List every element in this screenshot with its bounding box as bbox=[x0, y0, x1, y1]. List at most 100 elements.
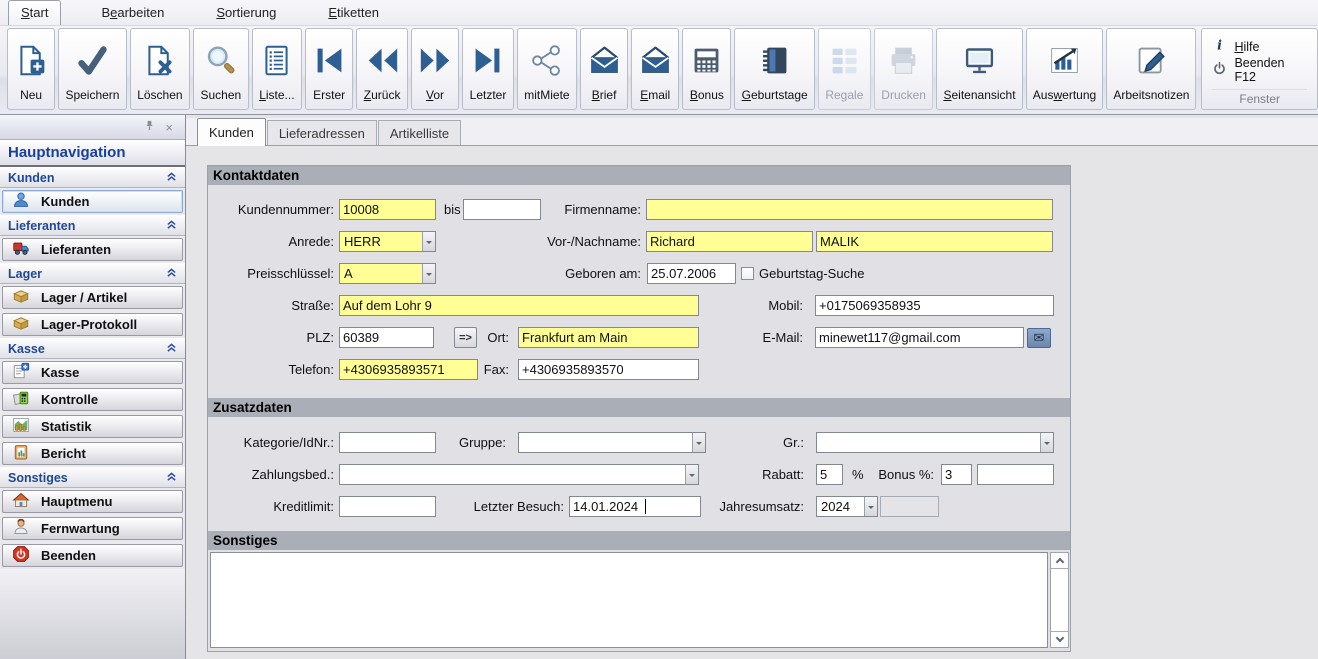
mobil-input[interactable] bbox=[815, 295, 1054, 316]
email-label: E-Mail: bbox=[668, 327, 803, 348]
chevron-up-double-icon[interactable] bbox=[166, 267, 177, 281]
sidebar-group-lager[interactable]: Lager bbox=[0, 263, 185, 284]
sonstiges-textarea[interactable] bbox=[210, 552, 1048, 648]
sidebar-item-hauptmenu[interactable]: Hauptmenu bbox=[2, 490, 183, 513]
preisschluessel-select[interactable]: A bbox=[339, 263, 436, 284]
geburtstag-suche-checkbox[interactable] bbox=[741, 267, 754, 280]
gr-select[interactable] bbox=[816, 432, 1054, 453]
sonstiges-scrollbar[interactable] bbox=[1050, 552, 1069, 648]
sidebar-item-lager-artikel[interactable]: Lager / Artikel bbox=[2, 286, 183, 309]
fax-input[interactable] bbox=[518, 359, 699, 380]
toolbar-button-arbeitsnotizen[interactable]: Arbeitsnotizen bbox=[1106, 28, 1196, 110]
tab-kunden[interactable]: Kunden bbox=[197, 118, 266, 146]
toolbar-button-suchen[interactable]: Suchen bbox=[193, 28, 249, 110]
letzter-besuch-input[interactable] bbox=[569, 496, 701, 517]
sidebar-item-lager-protokoll[interactable]: Lager-Protokoll bbox=[2, 313, 183, 336]
sidebar-item-kunden[interactable]: Kunden bbox=[2, 190, 183, 213]
kundennummer-input[interactable] bbox=[339, 199, 436, 220]
rabatt-label: Rabatt: bbox=[728, 464, 804, 485]
scroll-down-icon[interactable] bbox=[1051, 631, 1068, 647]
chevron-down-icon[interactable] bbox=[864, 497, 877, 516]
sidebar-item-statistik[interactable]: Statistik bbox=[2, 415, 183, 438]
chevron-up-double-icon[interactable] bbox=[166, 171, 177, 185]
strasse-input[interactable] bbox=[339, 295, 699, 316]
chevron-down-icon[interactable] bbox=[422, 232, 435, 251]
email-input[interactable] bbox=[815, 327, 1024, 348]
nachname-input[interactable] bbox=[816, 231, 1053, 252]
tab-artikelliste[interactable]: Artikelliste bbox=[378, 120, 461, 145]
chevron-up-double-icon[interactable] bbox=[166, 342, 177, 356]
toolbar-button-letzter[interactable]: Letzter bbox=[462, 28, 514, 110]
menu-tab-etiketten[interactable]: Etiketten bbox=[316, 1, 391, 25]
toolbar-button-email[interactable]: Email bbox=[631, 28, 679, 110]
close-icon[interactable]: × bbox=[165, 122, 173, 133]
truck-icon bbox=[12, 239, 30, 260]
chevron-down-icon[interactable] bbox=[692, 433, 705, 452]
calculator-green-icon bbox=[12, 389, 30, 410]
bonus-label: Bonus %: bbox=[866, 464, 934, 485]
chevron-down-icon[interactable] bbox=[422, 264, 435, 283]
ort-label: Ort: bbox=[466, 327, 509, 348]
toolbar-button-mitmiete[interactable]: mitMiete bbox=[517, 28, 577, 110]
scroll-up-icon[interactable] bbox=[1051, 553, 1068, 569]
info-icon: i bbox=[1212, 38, 1227, 56]
gruppe-label: Gruppe: bbox=[438, 432, 506, 453]
firmenname-input[interactable] bbox=[646, 199, 1053, 220]
pin-icon[interactable] bbox=[144, 118, 155, 136]
toolbar-button-l-schen[interactable]: Löschen bbox=[130, 28, 190, 110]
zahlungsbed-label: Zahlungsbed.: bbox=[208, 464, 334, 485]
toolbar-button-auswertung[interactable]: Auswertung bbox=[1026, 28, 1104, 110]
bonus-input[interactable] bbox=[941, 464, 972, 485]
toolbar-button-seitenansicht[interactable]: Seitenansicht bbox=[936, 28, 1022, 110]
toolbar-button-speichern[interactable]: Speichern bbox=[58, 28, 127, 110]
geburtstag-suche-label: Geburtstag-Suche bbox=[759, 263, 889, 284]
forward-icon bbox=[419, 29, 452, 86]
toolbar-button-zur-ck[interactable]: Zurück bbox=[356, 28, 408, 110]
menu-tab-bearbeiten[interactable]: Bearbeiten bbox=[89, 1, 176, 25]
toolbar-button-bonus[interactable]: Bonus bbox=[682, 28, 731, 110]
send-email-button[interactable]: ✉ bbox=[1027, 328, 1051, 348]
sidebar-item-kasse[interactable]: Kasse bbox=[2, 361, 183, 384]
menu-tab-sortierung[interactable]: Sortierung bbox=[204, 1, 288, 25]
anrede-select[interactable]: HERR bbox=[339, 231, 436, 252]
sidebar-group-sonstiges[interactable]: Sonstiges bbox=[0, 467, 185, 488]
gr-label: Gr.: bbox=[708, 432, 804, 453]
chevron-up-double-icon[interactable] bbox=[166, 219, 177, 233]
toolbar-button-vor[interactable]: Vor bbox=[411, 28, 459, 110]
jahresumsatz-label: Jahresumsatz: bbox=[698, 496, 804, 517]
sidebar-item-kontrolle[interactable]: Kontrolle bbox=[2, 388, 183, 411]
chevron-down-icon[interactable] bbox=[685, 465, 698, 484]
plz-input[interactable] bbox=[339, 327, 434, 348]
sidebar-group-lieferanten[interactable]: Lieferanten bbox=[0, 215, 185, 236]
sidebar-item-fernwartung[interactable]: Fernwartung bbox=[2, 517, 183, 540]
stats-icon bbox=[12, 416, 30, 437]
plz-label: PLZ: bbox=[208, 327, 334, 348]
chevron-down-icon[interactable] bbox=[1040, 433, 1053, 452]
zahlungsbed-select[interactable] bbox=[339, 464, 699, 485]
sidebar-item-beenden[interactable]: Beenden bbox=[2, 544, 183, 567]
toolbar-button-liste[interactable]: Liste... bbox=[252, 28, 302, 110]
list-page-icon bbox=[260, 29, 293, 86]
group-item-beenden-f12[interactable]: Beenden F12 bbox=[1212, 58, 1307, 81]
toolbar-button-geburtstage[interactable]: Geburtstage bbox=[734, 28, 814, 110]
chevron-up-double-icon[interactable] bbox=[166, 471, 177, 485]
menu-tab-start[interactable]: Start bbox=[8, 0, 61, 25]
toolbar-button-neu[interactable]: Neu bbox=[7, 28, 55, 110]
toolbar-button-brief[interactable]: Brief bbox=[580, 28, 628, 110]
vorname-input[interactable] bbox=[646, 231, 813, 252]
kategorie-input[interactable] bbox=[339, 432, 436, 453]
rabatt-input[interactable] bbox=[816, 464, 843, 485]
sidebar-group-kasse[interactable]: Kasse bbox=[0, 338, 185, 359]
sidebar-group-kunden[interactable]: Kunden bbox=[0, 167, 185, 188]
magnifier-icon bbox=[204, 29, 237, 86]
kreditlimit-input[interactable] bbox=[339, 496, 436, 517]
bonus-extra-input[interactable] bbox=[977, 464, 1054, 485]
gruppe-select[interactable] bbox=[518, 432, 706, 453]
sidebar-item-bericht[interactable]: Bericht bbox=[2, 442, 183, 465]
tab-lieferadressen[interactable]: Lieferadressen bbox=[267, 120, 377, 145]
jahresumsatz-select[interactable]: 2024 bbox=[816, 496, 878, 517]
geboren-am-input[interactable] bbox=[647, 263, 736, 284]
sidebar-item-lieferanten[interactable]: Lieferanten bbox=[2, 238, 183, 261]
toolbar-button-drucken: Drucken bbox=[874, 28, 934, 110]
toolbar-button-erster[interactable]: Erster bbox=[305, 28, 353, 110]
